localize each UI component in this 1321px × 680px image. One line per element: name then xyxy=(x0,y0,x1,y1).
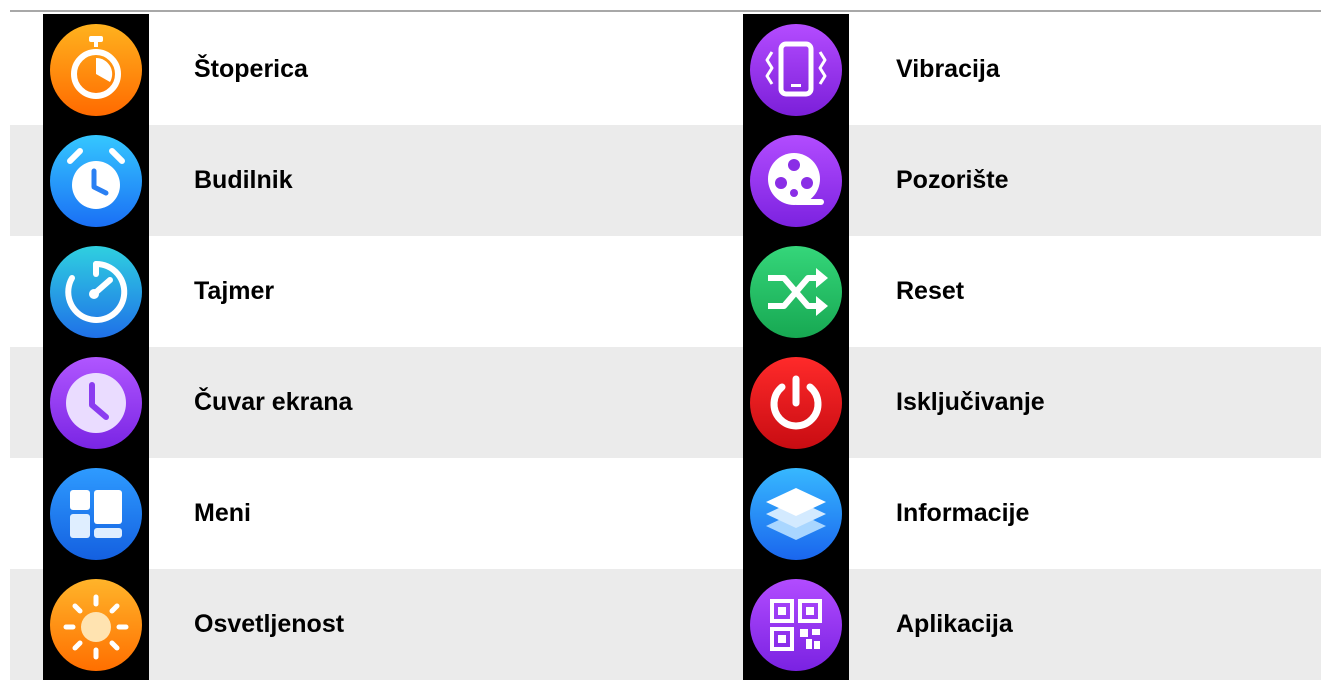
list-item-power[interactable]: Isključivanje xyxy=(710,347,1321,458)
item-label: Osvetljenost xyxy=(194,610,345,638)
screensaver-clock-icon xyxy=(43,347,149,458)
list-item-reset[interactable]: Reset xyxy=(710,236,1321,347)
table-row: Čuvar ekrana Isključivanje xyxy=(10,347,1321,458)
item-label: Štoperica xyxy=(194,55,308,83)
list-item-application[interactable]: Aplikacija xyxy=(710,569,1321,680)
timer-icon xyxy=(43,236,149,347)
item-label: Informacije xyxy=(896,499,1030,527)
item-label: Budilnik xyxy=(194,166,293,194)
item-label: Čuvar ekrana xyxy=(194,388,353,416)
item-label: Tajmer xyxy=(194,277,275,305)
brightness-sun-icon xyxy=(43,569,149,680)
theater-film-reel-icon xyxy=(743,125,849,236)
table-row: Meni Informacije xyxy=(10,458,1321,569)
list-item-alarm[interactable]: Budilnik xyxy=(10,125,710,236)
item-label: Pozorište xyxy=(896,166,1009,194)
menu-grid-icon xyxy=(43,458,149,569)
table-row: Tajmer Reset xyxy=(10,236,1321,347)
shuffle-reset-icon xyxy=(743,236,849,347)
list-item-information[interactable]: Informacije xyxy=(710,458,1321,569)
table-row: Budilnik Pozorište xyxy=(10,125,1321,236)
list-item-vibration[interactable]: Vibracija xyxy=(710,14,1321,125)
alarm-clock-icon xyxy=(43,125,149,236)
table-row: Osvetljenost Aplikacija xyxy=(10,569,1321,680)
settings-icon-legend: Štoperica Vibracija Budilnik Pozorište T… xyxy=(0,0,1321,680)
item-label: Vibracija xyxy=(896,55,1000,83)
list-item-stopwatch[interactable]: Štoperica xyxy=(10,14,710,125)
item-label: Aplikacija xyxy=(896,610,1013,638)
vibration-icon xyxy=(743,14,849,125)
top-divider xyxy=(10,10,1321,12)
power-icon xyxy=(743,347,849,458)
item-label: Reset xyxy=(896,277,965,305)
item-label: Isključivanje xyxy=(896,388,1045,416)
table-row: Štoperica Vibracija xyxy=(10,14,1321,125)
list-item-menu[interactable]: Meni xyxy=(10,458,710,569)
list-item-timer[interactable]: Tajmer xyxy=(10,236,710,347)
list-item-screensaver[interactable]: Čuvar ekrana xyxy=(10,347,710,458)
list-item-brightness[interactable]: Osvetljenost xyxy=(10,569,710,680)
list-item-theater[interactable]: Pozorište xyxy=(710,125,1321,236)
icon-table: Štoperica Vibracija Budilnik Pozorište T… xyxy=(10,14,1321,680)
layers-info-icon xyxy=(743,458,849,569)
qr-code-app-icon xyxy=(743,569,849,680)
item-label: Meni xyxy=(194,499,251,527)
stopwatch-icon xyxy=(43,14,149,125)
